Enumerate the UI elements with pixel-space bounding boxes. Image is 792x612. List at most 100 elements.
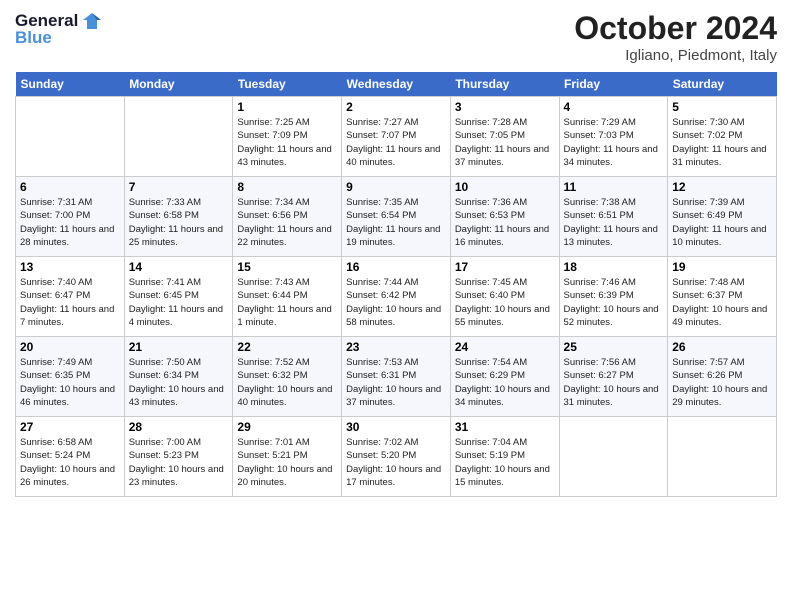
day-number: 14 [129,260,229,274]
sunset-text: Sunset: 6:32 PM [237,370,307,381]
daylight-text: Daylight: 10 hours and 58 minutes. [346,304,441,328]
day-info: Sunrise: 7:43 AM Sunset: 6:44 PM Dayligh… [237,276,337,329]
daylight-text: Daylight: 10 hours and 31 minutes. [564,384,659,408]
table-row [668,417,777,497]
daylight-text: Daylight: 10 hours and 23 minutes. [129,464,224,488]
title-section: October 2024 Igliano, Piedmont, Italy [574,10,777,64]
sunrise-text: Sunrise: 7:54 AM [455,357,527,368]
sunrise-text: Sunrise: 7:04 AM [455,437,527,448]
day-number: 18 [564,260,664,274]
day-info: Sunrise: 7:40 AM Sunset: 6:47 PM Dayligh… [20,276,120,329]
daylight-text: Daylight: 11 hours and 31 minutes. [672,144,766,168]
day-info: Sunrise: 7:29 AM Sunset: 7:03 PM Dayligh… [564,116,664,169]
daylight-text: Daylight: 11 hours and 16 minutes. [455,224,549,248]
day-info: Sunrise: 7:25 AM Sunset: 7:09 PM Dayligh… [237,116,337,169]
table-row: 27 Sunrise: 6:58 AM Sunset: 5:24 PM Dayl… [16,417,125,497]
sunset-text: Sunset: 6:29 PM [455,370,525,381]
sunrise-text: Sunrise: 7:49 AM [20,357,92,368]
day-info: Sunrise: 6:58 AM Sunset: 5:24 PM Dayligh… [20,436,120,489]
day-number: 3 [455,100,555,114]
sunrise-text: Sunrise: 7:34 AM [237,197,309,208]
sunrise-text: Sunrise: 7:29 AM [564,117,636,128]
sunset-text: Sunset: 5:21 PM [237,450,307,461]
calendar-week-row: 13 Sunrise: 7:40 AM Sunset: 6:47 PM Dayl… [16,257,777,337]
logo: General Blue [15,10,103,48]
col-tuesday: Tuesday [233,72,342,97]
table-row: 10 Sunrise: 7:36 AM Sunset: 6:53 PM Dayl… [450,177,559,257]
sunset-text: Sunset: 7:03 PM [564,130,634,141]
col-saturday: Saturday [668,72,777,97]
sunset-text: Sunset: 6:39 PM [564,290,634,301]
sunset-text: Sunset: 6:47 PM [20,290,90,301]
table-row: 6 Sunrise: 7:31 AM Sunset: 7:00 PM Dayli… [16,177,125,257]
day-number: 31 [455,420,555,434]
day-info: Sunrise: 7:49 AM Sunset: 6:35 PM Dayligh… [20,356,120,409]
day-info: Sunrise: 7:56 AM Sunset: 6:27 PM Dayligh… [564,356,664,409]
day-number: 15 [237,260,337,274]
sunrise-text: Sunrise: 7:31 AM [20,197,92,208]
table-row: 18 Sunrise: 7:46 AM Sunset: 6:39 PM Dayl… [559,257,668,337]
day-info: Sunrise: 7:48 AM Sunset: 6:37 PM Dayligh… [672,276,772,329]
day-number: 23 [346,340,446,354]
daylight-text: Daylight: 10 hours and 46 minutes. [20,384,115,408]
day-info: Sunrise: 7:28 AM Sunset: 7:05 PM Dayligh… [455,116,555,169]
sunrise-text: Sunrise: 7:43 AM [237,277,309,288]
sunset-text: Sunset: 7:02 PM [672,130,742,141]
table-row: 17 Sunrise: 7:45 AM Sunset: 6:40 PM Dayl… [450,257,559,337]
sunset-text: Sunset: 6:27 PM [564,370,634,381]
table-row: 3 Sunrise: 7:28 AM Sunset: 7:05 PM Dayli… [450,97,559,177]
table-row: 19 Sunrise: 7:48 AM Sunset: 6:37 PM Dayl… [668,257,777,337]
logo-bird-icon [81,10,103,32]
sunrise-text: Sunrise: 7:39 AM [672,197,744,208]
sunset-text: Sunset: 6:35 PM [20,370,90,381]
day-info: Sunrise: 7:02 AM Sunset: 5:20 PM Dayligh… [346,436,446,489]
day-number: 10 [455,180,555,194]
table-row: 22 Sunrise: 7:52 AM Sunset: 6:32 PM Dayl… [233,337,342,417]
col-sunday: Sunday [16,72,125,97]
daylight-text: Daylight: 11 hours and 22 minutes. [237,224,331,248]
sunrise-text: Sunrise: 7:57 AM [672,357,744,368]
sunset-text: Sunset: 6:54 PM [346,210,416,221]
sunrise-text: Sunrise: 7:28 AM [455,117,527,128]
sunset-text: Sunset: 6:31 PM [346,370,416,381]
table-row: 4 Sunrise: 7:29 AM Sunset: 7:03 PM Dayli… [559,97,668,177]
header: General Blue October 2024 Igliano, Piedm… [15,10,777,64]
day-info: Sunrise: 7:04 AM Sunset: 5:19 PM Dayligh… [455,436,555,489]
sunrise-text: Sunrise: 6:58 AM [20,437,92,448]
day-number: 16 [346,260,446,274]
col-friday: Friday [559,72,668,97]
daylight-text: Daylight: 10 hours and 55 minutes. [455,304,550,328]
sunset-text: Sunset: 6:37 PM [672,290,742,301]
day-number: 1 [237,100,337,114]
daylight-text: Daylight: 10 hours and 37 minutes. [346,384,441,408]
day-number: 21 [129,340,229,354]
day-number: 12 [672,180,772,194]
sunrise-text: Sunrise: 7:00 AM [129,437,201,448]
day-info: Sunrise: 7:50 AM Sunset: 6:34 PM Dayligh… [129,356,229,409]
day-info: Sunrise: 7:35 AM Sunset: 6:54 PM Dayligh… [346,196,446,249]
table-row: 11 Sunrise: 7:38 AM Sunset: 6:51 PM Dayl… [559,177,668,257]
logo-blue-text: Blue [15,28,52,48]
calendar-week-row: 1 Sunrise: 7:25 AM Sunset: 7:09 PM Dayli… [16,97,777,177]
day-info: Sunrise: 7:30 AM Sunset: 7:02 PM Dayligh… [672,116,772,169]
table-row: 25 Sunrise: 7:56 AM Sunset: 6:27 PM Dayl… [559,337,668,417]
sunrise-text: Sunrise: 7:25 AM [237,117,309,128]
sunrise-text: Sunrise: 7:48 AM [672,277,744,288]
day-number: 30 [346,420,446,434]
table-row: 12 Sunrise: 7:39 AM Sunset: 6:49 PM Dayl… [668,177,777,257]
day-number: 28 [129,420,229,434]
sunset-text: Sunset: 6:56 PM [237,210,307,221]
daylight-text: Daylight: 10 hours and 29 minutes. [672,384,767,408]
daylight-text: Daylight: 11 hours and 25 minutes. [129,224,223,248]
sunset-text: Sunset: 5:23 PM [129,450,199,461]
daylight-text: Daylight: 11 hours and 7 minutes. [20,304,114,328]
day-info: Sunrise: 7:39 AM Sunset: 6:49 PM Dayligh… [672,196,772,249]
day-info: Sunrise: 7:57 AM Sunset: 6:26 PM Dayligh… [672,356,772,409]
table-row: 31 Sunrise: 7:04 AM Sunset: 5:19 PM Dayl… [450,417,559,497]
day-info: Sunrise: 7:54 AM Sunset: 6:29 PM Dayligh… [455,356,555,409]
sunrise-text: Sunrise: 7:35 AM [346,197,418,208]
col-wednesday: Wednesday [342,72,451,97]
table-row: 24 Sunrise: 7:54 AM Sunset: 6:29 PM Dayl… [450,337,559,417]
page-container: General Blue October 2024 Igliano, Piedm… [0,0,792,507]
location: Igliano, Piedmont, Italy [574,47,777,64]
